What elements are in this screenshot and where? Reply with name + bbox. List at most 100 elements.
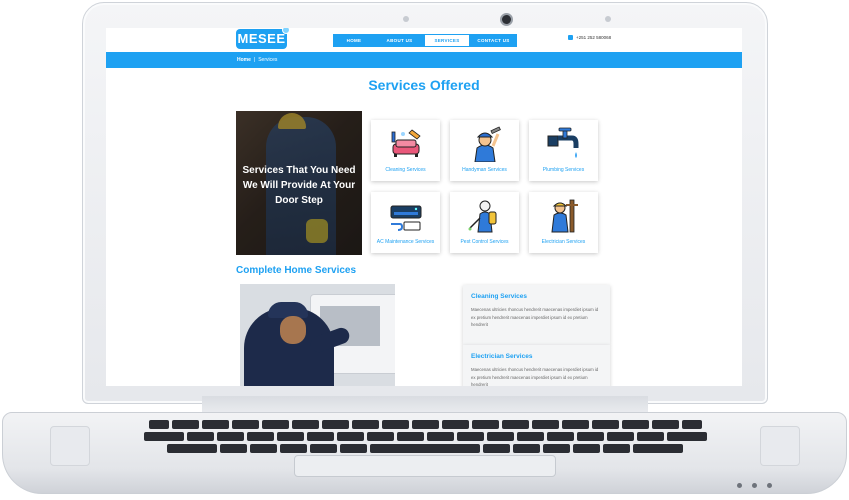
- site-header: MESEE HOME ABOUT US SERVICES CONTACT US …: [106, 28, 742, 52]
- speaker-right: [760, 426, 800, 466]
- service-label: Cleaning Services: [385, 167, 426, 173]
- detail-card-text: Maecenas ultricies rhoncus hendrerit mae…: [471, 307, 599, 327]
- section-subtitle: Complete Home Services: [236, 265, 357, 276]
- key: [220, 444, 247, 453]
- lid-dot-left: [403, 16, 409, 22]
- key: [246, 432, 274, 441]
- key: [167, 444, 217, 453]
- key: [471, 420, 499, 429]
- breadcrumb-home[interactable]: Home: [237, 57, 251, 63]
- key: [276, 432, 304, 441]
- speaker-left: [50, 426, 90, 466]
- key: [250, 444, 277, 453]
- handyman-icon: [474, 126, 501, 162]
- key-row: [96, 420, 754, 429]
- detail-card-title: Electrician Services: [471, 353, 533, 360]
- space-key: [370, 444, 480, 453]
- service-card-plumbing[interactable]: Plumbing Services: [529, 120, 598, 181]
- service-card-cleaning[interactable]: Cleaning Services: [371, 120, 440, 181]
- technician-photo: [240, 284, 395, 386]
- key: [561, 420, 589, 429]
- service-label: Electrician Services: [541, 239, 586, 245]
- key: [633, 444, 683, 453]
- breadcrumb-separator: |: [253, 57, 256, 63]
- key: [591, 420, 619, 429]
- key: [381, 420, 409, 429]
- logo-text: MESEE: [237, 31, 286, 46]
- key: [516, 432, 544, 441]
- screen: MESEE HOME ABOUT US SERVICES CONTACT US …: [106, 28, 742, 386]
- key: [543, 444, 570, 453]
- led-icon: [767, 483, 772, 488]
- key: [291, 420, 319, 429]
- key: [261, 420, 289, 429]
- site-logo[interactable]: MESEE: [236, 28, 290, 49]
- key: [231, 420, 259, 429]
- key: [321, 420, 349, 429]
- key: [186, 432, 214, 441]
- nav-home[interactable]: HOME: [333, 34, 375, 47]
- key: [636, 432, 664, 441]
- faucet-icon: [547, 127, 579, 158]
- bubble-icon: [282, 28, 290, 34]
- nav-contact-us[interactable]: CONTACT US: [470, 34, 517, 47]
- key: [148, 420, 169, 429]
- page-title: Services Offered: [368, 77, 480, 93]
- key: [306, 432, 334, 441]
- key: [486, 432, 514, 441]
- key: [606, 432, 634, 441]
- key: [426, 432, 454, 441]
- hero-text: Services That You Need We Will Provide A…: [242, 165, 356, 206]
- key: [576, 432, 604, 441]
- hero-banner: Services That You Need We Will Provide A…: [236, 111, 362, 255]
- service-card-ac[interactable]: AC Maintenance Services: [371, 192, 440, 253]
- key: [171, 420, 199, 429]
- key: [396, 432, 424, 441]
- key-row: [96, 432, 754, 441]
- webcam-icon: [500, 13, 513, 26]
- key: [310, 444, 337, 453]
- key: [651, 420, 679, 429]
- service-card-electrician[interactable]: Electrician Services: [529, 192, 598, 253]
- key: [351, 420, 379, 429]
- service-card-handyman[interactable]: Handyman Services: [450, 120, 519, 181]
- key: [603, 444, 630, 453]
- nav-about-us[interactable]: ABOUT US: [375, 34, 424, 47]
- key: [621, 420, 649, 429]
- key: [513, 444, 540, 453]
- detail-card-text: Maecenas ultricies rhoncus hendrerit mae…: [471, 367, 599, 386]
- key: [441, 420, 469, 429]
- key: [201, 420, 229, 429]
- led-icon: [737, 483, 742, 488]
- main-nav: HOME ABOUT US SERVICES CONTACT US: [333, 34, 517, 47]
- key: [143, 432, 184, 441]
- pest-sprayer-icon: [468, 200, 497, 233]
- nav-services[interactable]: SERVICES: [424, 34, 470, 47]
- key: [483, 444, 510, 453]
- photo-technician-face: [280, 316, 306, 344]
- service-label: Handyman Services: [462, 167, 507, 173]
- service-card-pest[interactable]: Pest Control Services: [450, 192, 519, 253]
- status-leds: [737, 483, 772, 488]
- key: [531, 420, 559, 429]
- key: [411, 420, 439, 429]
- key: [366, 432, 394, 441]
- phone-contact[interactable]: +251 252 580068: [568, 35, 611, 40]
- key: [216, 432, 244, 441]
- detail-card-title: Cleaning Services: [471, 293, 527, 300]
- service-label: Plumbing Services: [542, 167, 585, 173]
- detail-card-electrician[interactable]: Electrician Services Maecenas ultricies …: [463, 345, 610, 386]
- breadcrumb-current: Services: [258, 57, 278, 63]
- breadcrumb: Home | Services: [237, 57, 277, 63]
- led-icon: [752, 483, 757, 488]
- key: [573, 444, 600, 453]
- service-label: AC Maintenance Services: [376, 239, 435, 245]
- laptop-mockup: MESEE HOME ABOUT US SERVICES CONTACT US …: [0, 0, 849, 500]
- key: [456, 432, 484, 441]
- detail-card-cleaning[interactable]: Cleaning Services Maecenas ultricies rho…: [463, 285, 610, 345]
- phone-number: +251 252 580068: [576, 35, 612, 40]
- key-row: [96, 444, 754, 453]
- key: [681, 420, 702, 429]
- key: [546, 432, 574, 441]
- key: [501, 420, 529, 429]
